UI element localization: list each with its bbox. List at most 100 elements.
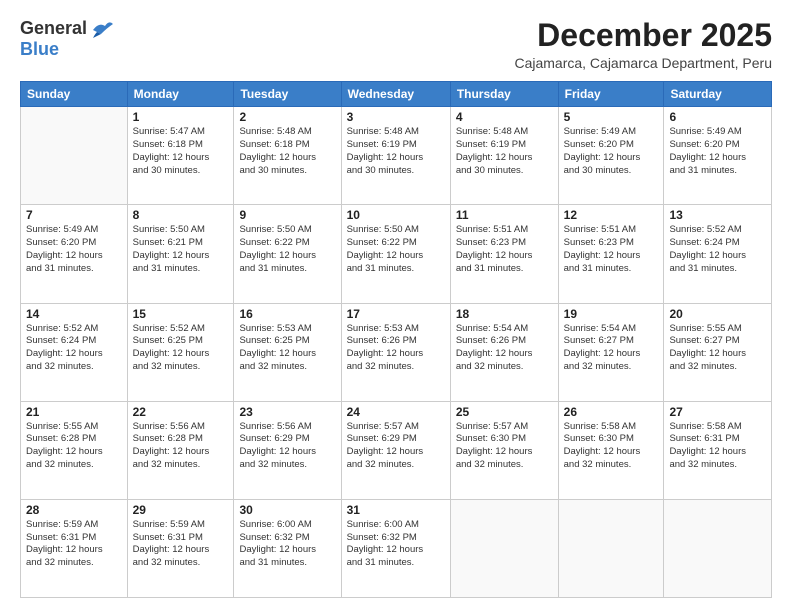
cell-info: Sunrise: 5:58 AM Sunset: 6:31 PM Dayligh… [669, 421, 766, 472]
header-friday: Friday [558, 82, 664, 107]
cell-info: Sunrise: 5:47 AM Sunset: 6:18 PM Dayligh… [133, 126, 229, 177]
cell-info: Sunrise: 5:48 AM Sunset: 6:18 PM Dayligh… [239, 126, 335, 177]
cell-content: 22Sunrise: 5:56 AM Sunset: 6:28 PM Dayli… [133, 405, 229, 472]
cell-content: 12 Sunrise: 5:51 AM Sunset: 6:23 PM Dayli… [564, 208, 659, 275]
cell-content: 1 Sunrise: 5:47 AM Sunset: 6:18 PM Daylig… [133, 110, 229, 177]
cell-info: Sunrise: 5:53 AM Sunset: 6:26 PM Dayligh… [347, 323, 445, 374]
table-row: 4Sunrise: 5:48 AM Sunset: 6:19 PM Daylig… [450, 107, 558, 205]
table-row: 18Sunrise: 5:54 AM Sunset: 6:26 PM Dayli… [450, 303, 558, 401]
table-row: 23Sunrise: 5:56 AM Sunset: 6:29 PM Dayli… [234, 401, 341, 499]
table-row: 5Sunrise: 5:49 AM Sunset: 6:20 PM Daylig… [558, 107, 664, 205]
cell-info: Sunrise: 5:49 AM Sunset: 6:20 PM Dayligh… [26, 224, 122, 275]
cell-info: Sunrise: 5:59 AM Sunset: 6:31 PM Dayligh… [133, 519, 229, 570]
day-number: 13 [669, 208, 766, 222]
table-row: 3 Sunrise: 5:48 AM Sunset: 6:19 PM Daylig… [341, 107, 450, 205]
table-row [558, 499, 664, 597]
cell-info: Sunrise: 5:52 AM Sunset: 6:24 PM Dayligh… [26, 323, 122, 374]
cell-content: 18Sunrise: 5:54 AM Sunset: 6:26 PM Dayli… [456, 307, 553, 374]
logo-general-text: General [20, 18, 87, 39]
table-row: 7Sunrise: 5:49 AM Sunset: 6:20 PM Daylig… [21, 205, 128, 303]
table-row: 24Sunrise: 5:57 AM Sunset: 6:29 PM Dayli… [341, 401, 450, 499]
table-row: 26Sunrise: 5:58 AM Sunset: 6:30 PM Dayli… [558, 401, 664, 499]
cell-info: Sunrise: 5:49 AM Sunset: 6:20 PM Dayligh… [564, 126, 659, 177]
cell-content: 19Sunrise: 5:54 AM Sunset: 6:27 PM Dayli… [564, 307, 659, 374]
day-number: 12 [564, 208, 659, 222]
calendar-header-row: Sunday Monday Tuesday Wednesday Thursday… [21, 82, 772, 107]
cell-info: Sunrise: 5:51 AM Sunset: 6:23 PM Dayligh… [564, 224, 659, 275]
cell-info: Sunrise: 5:51 AM Sunset: 6:23 PM Dayligh… [456, 224, 553, 275]
day-number: 24 [347, 405, 445, 419]
table-row: 6Sunrise: 5:49 AM Sunset: 6:20 PM Daylig… [664, 107, 772, 205]
cell-content: 25 Sunrise: 5:57 AM Sunset: 6:30 PM Dayli… [456, 405, 553, 472]
day-number: 23 [239, 405, 335, 419]
cell-content: 16Sunrise: 5:53 AM Sunset: 6:25 PM Dayli… [239, 307, 335, 374]
day-number: 28 [26, 503, 122, 517]
cell-content: 31Sunrise: 6:00 AM Sunset: 6:32 PM Dayli… [347, 503, 445, 570]
logo-blue-text: Blue [20, 39, 59, 60]
table-row: 14Sunrise: 5:52 AM Sunset: 6:24 PM Dayli… [21, 303, 128, 401]
cell-content: 6Sunrise: 5:49 AM Sunset: 6:20 PM Daylig… [669, 110, 766, 177]
day-number: 26 [564, 405, 659, 419]
cell-info: Sunrise: 5:53 AM Sunset: 6:25 PM Dayligh… [239, 323, 335, 374]
day-number: 2 [239, 110, 335, 124]
day-number: 30 [239, 503, 335, 517]
header: General Blue December 2025 Cajamarca, Ca… [20, 18, 772, 71]
cell-info: Sunrise: 5:50 AM Sunset: 6:22 PM Dayligh… [239, 224, 335, 275]
day-number: 9 [239, 208, 335, 222]
calendar-week-row: 7Sunrise: 5:49 AM Sunset: 6:20 PM Daylig… [21, 205, 772, 303]
cell-content: 13Sunrise: 5:52 AM Sunset: 6:24 PM Dayli… [669, 208, 766, 275]
cell-info: Sunrise: 5:48 AM Sunset: 6:19 PM Dayligh… [456, 126, 553, 177]
table-row: 29Sunrise: 5:59 AM Sunset: 6:31 PM Dayli… [127, 499, 234, 597]
cell-content: 15Sunrise: 5:52 AM Sunset: 6:25 PM Dayli… [133, 307, 229, 374]
cell-content: 21Sunrise: 5:55 AM Sunset: 6:28 PM Dayli… [26, 405, 122, 472]
table-row: 9 Sunrise: 5:50 AM Sunset: 6:22 PM Daylig… [234, 205, 341, 303]
table-row: 28 Sunrise: 5:59 AM Sunset: 6:31 PM Dayli… [21, 499, 128, 597]
cell-info: Sunrise: 6:00 AM Sunset: 6:32 PM Dayligh… [347, 519, 445, 570]
cell-content: 14Sunrise: 5:52 AM Sunset: 6:24 PM Dayli… [26, 307, 122, 374]
cell-content: 24Sunrise: 5:57 AM Sunset: 6:29 PM Dayli… [347, 405, 445, 472]
table-row [450, 499, 558, 597]
table-row: 15Sunrise: 5:52 AM Sunset: 6:25 PM Dayli… [127, 303, 234, 401]
header-monday: Monday [127, 82, 234, 107]
table-row: 30 Sunrise: 6:00 AM Sunset: 6:32 PM Dayli… [234, 499, 341, 597]
day-number: 3 [347, 110, 445, 124]
calendar-week-row: 1 Sunrise: 5:47 AM Sunset: 6:18 PM Daylig… [21, 107, 772, 205]
cell-info: Sunrise: 5:57 AM Sunset: 6:30 PM Dayligh… [456, 421, 553, 472]
table-row: 12 Sunrise: 5:51 AM Sunset: 6:23 PM Dayli… [558, 205, 664, 303]
month-title: December 2025 [514, 18, 772, 53]
table-row: 21Sunrise: 5:55 AM Sunset: 6:28 PM Dayli… [21, 401, 128, 499]
cell-content: 9 Sunrise: 5:50 AM Sunset: 6:22 PM Daylig… [239, 208, 335, 275]
header-saturday: Saturday [664, 82, 772, 107]
day-number: 10 [347, 208, 445, 222]
header-tuesday: Tuesday [234, 82, 341, 107]
table-row: 8Sunrise: 5:50 AM Sunset: 6:21 PM Daylig… [127, 205, 234, 303]
day-number: 22 [133, 405, 229, 419]
table-row: 1 Sunrise: 5:47 AM Sunset: 6:18 PM Daylig… [127, 107, 234, 205]
table-row: 25 Sunrise: 5:57 AM Sunset: 6:30 PM Dayli… [450, 401, 558, 499]
day-number: 17 [347, 307, 445, 321]
cell-content: 30 Sunrise: 6:00 AM Sunset: 6:32 PM Dayli… [239, 503, 335, 570]
cell-content: 2 Sunrise: 5:48 AM Sunset: 6:18 PM Daylig… [239, 110, 335, 177]
table-row [21, 107, 128, 205]
table-row: 16Sunrise: 5:53 AM Sunset: 6:25 PM Dayli… [234, 303, 341, 401]
cell-content: 11Sunrise: 5:51 AM Sunset: 6:23 PM Dayli… [456, 208, 553, 275]
cell-content: 4Sunrise: 5:48 AM Sunset: 6:19 PM Daylig… [456, 110, 553, 177]
cell-content: 23Sunrise: 5:56 AM Sunset: 6:29 PM Dayli… [239, 405, 335, 472]
title-section: December 2025 Cajamarca, Cajamarca Depar… [514, 18, 772, 71]
table-row: 27Sunrise: 5:58 AM Sunset: 6:31 PM Dayli… [664, 401, 772, 499]
cell-info: Sunrise: 5:48 AM Sunset: 6:19 PM Dayligh… [347, 126, 445, 177]
table-row: 11Sunrise: 5:51 AM Sunset: 6:23 PM Dayli… [450, 205, 558, 303]
cell-content: 26Sunrise: 5:58 AM Sunset: 6:30 PM Dayli… [564, 405, 659, 472]
cell-info: Sunrise: 6:00 AM Sunset: 6:32 PM Dayligh… [239, 519, 335, 570]
table-row: 10Sunrise: 5:50 AM Sunset: 6:22 PM Dayli… [341, 205, 450, 303]
cell-content: 8Sunrise: 5:50 AM Sunset: 6:21 PM Daylig… [133, 208, 229, 275]
day-number: 1 [133, 110, 229, 124]
cell-content: 5Sunrise: 5:49 AM Sunset: 6:20 PM Daylig… [564, 110, 659, 177]
day-number: 25 [456, 405, 553, 419]
cell-info: Sunrise: 5:59 AM Sunset: 6:31 PM Dayligh… [26, 519, 122, 570]
day-number: 15 [133, 307, 229, 321]
table-row [664, 499, 772, 597]
cell-content: 7Sunrise: 5:49 AM Sunset: 6:20 PM Daylig… [26, 208, 122, 275]
cell-content: 17 Sunrise: 5:53 AM Sunset: 6:26 PM Dayli… [347, 307, 445, 374]
location-subtitle: Cajamarca, Cajamarca Department, Peru [514, 55, 772, 71]
